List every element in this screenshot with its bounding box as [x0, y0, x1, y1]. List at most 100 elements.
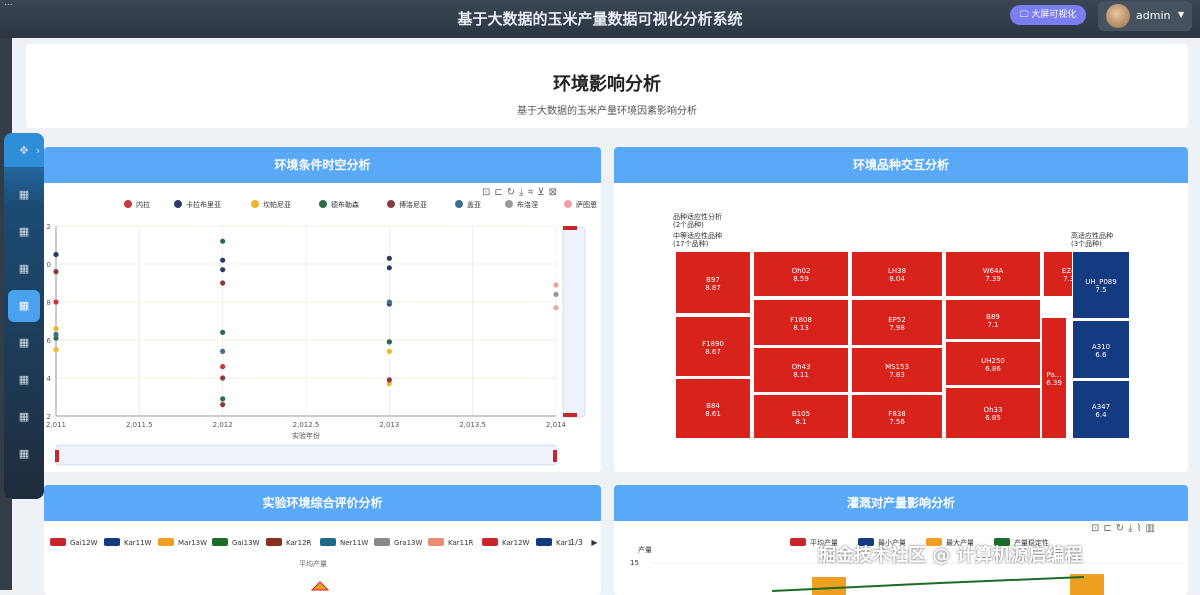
scatter-point[interactable]: [386, 377, 392, 383]
radar-shape: [310, 581, 330, 591]
panel-env-evaluation: 实验环境综合评价分析 Gai12W Kar11W Mar13W Gai13W Kar12…: [44, 485, 601, 595]
treemap-cell-name: A310: [1091, 342, 1111, 351]
treemap-cell[interactable]: W64A 7.39: [945, 251, 1041, 297]
x-tick-label: 2,012.5: [293, 421, 320, 429]
treemap-cell[interactable]: UH_P089 7.5: [1072, 251, 1130, 319]
sidebar-item-dashboard[interactable]: ▦: [8, 290, 40, 322]
treemap-cell-name: F1808: [790, 315, 812, 324]
panel-env-spatiotemporal: 环境条件时空分析 ⊡⊏↻⤓⌗⊻⊠ 内拉 卡拉布里亚 坎帕尼亚 德布勒森 博洛尼亚 盖亚 布洛…: [44, 147, 601, 472]
scatter-point[interactable]: [386, 299, 392, 305]
treemap-cell[interactable]: B84 8.61: [675, 378, 751, 439]
scatter-point[interactable]: [386, 265, 392, 271]
sidebar-item-dashboard[interactable]: ▦: [14, 370, 34, 390]
treemap-cell[interactable]: F1890 8.67: [675, 316, 751, 377]
x-zoom-handle[interactable]: [55, 450, 59, 462]
treemap-cell-value: 8.13: [793, 323, 809, 332]
treemap-cell-value: 6.4: [1095, 410, 1107, 419]
treemap-cell[interactable]: LH38 8.04: [851, 251, 943, 297]
radar-chart: [310, 581, 330, 591]
scatter-point[interactable]: [53, 346, 59, 353]
scatter-point[interactable]: [53, 269, 59, 275]
scatter-point[interactable]: [386, 339, 392, 345]
scatter-point[interactable]: [53, 331, 59, 337]
scatter-point[interactable]: [386, 348, 392, 354]
treemap-cell[interactable]: A310 6.6: [1072, 320, 1130, 379]
treemap-cell-name: Oh33: [983, 406, 1003, 414]
scatter-point[interactable]: [220, 364, 226, 370]
panel-irrigation: 灌溉对产量影响分析 ⊡⊏↻⤓⌇▥ 平均产量 最小产量 最大产量 产量稳定性 产量 15: [614, 485, 1188, 595]
scatter-point[interactable]: [220, 280, 226, 286]
chevron-right-icon[interactable]: ›: [32, 141, 44, 161]
x-tick-label: 2,014: [546, 421, 567, 429]
treemap-group-label: 中等适应性品种 (17个品种): [673, 232, 722, 248]
treemap-cell[interactable]: Oh43 8.11: [753, 347, 849, 393]
sidebar-item-dashboard[interactable]: ▦: [14, 333, 34, 353]
treemap-cell-name: B105: [791, 409, 811, 418]
scatter-point[interactable]: [220, 375, 226, 381]
treemap-cell-value: 8.04: [889, 275, 905, 283]
sidebar-item-dashboard[interactable]: ▦: [14, 222, 34, 242]
scatter-point[interactable]: [553, 305, 559, 311]
treemap-cell-value: 8.61: [705, 409, 721, 418]
scatter-point[interactable]: [53, 251, 59, 258]
treemap-group-label: 品种适应性分析 (2个品种): [673, 213, 722, 229]
treemap-cell[interactable]: MS153 7.83: [851, 347, 943, 393]
treemap-cell[interactable]: Oh02 8.59: [753, 251, 849, 297]
x-tick-label: 2,013.5: [459, 421, 486, 429]
y-zoom-handle[interactable]: [563, 413, 577, 417]
sidebar-item-dashboard[interactable]: ▦: [14, 444, 34, 464]
treemap-cell-name: F1890: [702, 339, 724, 348]
bigscreen-button[interactable]: 🖵 大屏可视化: [1010, 5, 1086, 25]
scatter-point[interactable]: [553, 282, 559, 288]
treemap-cell-value: 8.67: [705, 347, 721, 356]
scatter-point[interactable]: [553, 291, 559, 297]
scatter-point[interactable]: [220, 396, 226, 402]
treemap-cell[interactable]: UH250 6.86: [945, 341, 1041, 386]
y-zoom-slider[interactable]: [562, 226, 586, 418]
sidebar-item-dashboard[interactable]: ▦: [14, 407, 34, 427]
treemap-cell-value: 7.5: [1095, 286, 1107, 294]
treemap-cell-name: W64A: [982, 267, 1004, 275]
treemap-cell[interactable]: EP52 7.98: [851, 299, 943, 346]
x-tick-label: 2,011.5: [126, 421, 153, 429]
treemap-cell[interactable]: Pa... 6.39: [1041, 317, 1067, 439]
bigscreen-label: 大屏可视化: [1031, 10, 1077, 20]
x-zoom-slider[interactable]: [55, 444, 557, 466]
scatter-point[interactable]: [53, 326, 59, 332]
treemap-cell[interactable]: F838 7.56: [851, 394, 943, 439]
treemap-cell-value: 7.83: [889, 371, 905, 379]
chevron-down-icon: ▼: [1178, 10, 1185, 19]
treemap-cell-name: F838: [888, 409, 906, 418]
treemap-cell-value: 6.6: [1095, 350, 1107, 359]
scatter-point[interactable]: [220, 238, 226, 244]
treemap-cell-name: EP52: [888, 315, 906, 324]
treemap-cell[interactable]: B105 8.1: [753, 394, 849, 439]
y-zoom-handle[interactable]: [563, 226, 577, 230]
x-zoom-handle[interactable]: [553, 450, 557, 462]
treemap-cell[interactable]: A347 6.4: [1072, 380, 1130, 439]
move-icon[interactable]: ✥: [14, 141, 34, 161]
scatter-point[interactable]: [53, 299, 59, 305]
scatter-point[interactable]: [220, 257, 226, 263]
sidebar-item-dashboard[interactable]: ▦: [14, 185, 34, 205]
scatter-point[interactable]: [220, 402, 226, 408]
scatter-point[interactable]: [386, 255, 392, 261]
y-tick-label: 2: [47, 413, 51, 421]
treemap-cell[interactable]: F1808 8.13: [753, 299, 849, 346]
y-tick-label: 4: [47, 375, 52, 383]
sidebar-item-dashboard[interactable]: ▦: [14, 259, 34, 279]
avatar: [1106, 4, 1130, 28]
username: admin: [1136, 9, 1171, 22]
treemap-cell-name: MS153: [885, 363, 909, 371]
page-header: 环境影响分析 基于大数据的玉米产量环境因素影响分析: [26, 44, 1188, 128]
treemap-cell-name: B97: [706, 275, 720, 284]
scatter-point[interactable]: [220, 348, 226, 354]
scatter-point[interactable]: [220, 329, 226, 335]
treemap-cell[interactable]: Oh33 6.85: [945, 387, 1041, 439]
treemap-cell[interactable]: B97 8.87: [675, 251, 751, 314]
treemap-cell-name: LH38: [887, 267, 907, 275]
scatter-point[interactable]: [220, 267, 226, 273]
page-title: 环境影响分析: [553, 74, 661, 95]
treemap-cell[interactable]: B89 7.1: [945, 299, 1041, 340]
user-menu[interactable]: admin ▼: [1098, 1, 1192, 31]
